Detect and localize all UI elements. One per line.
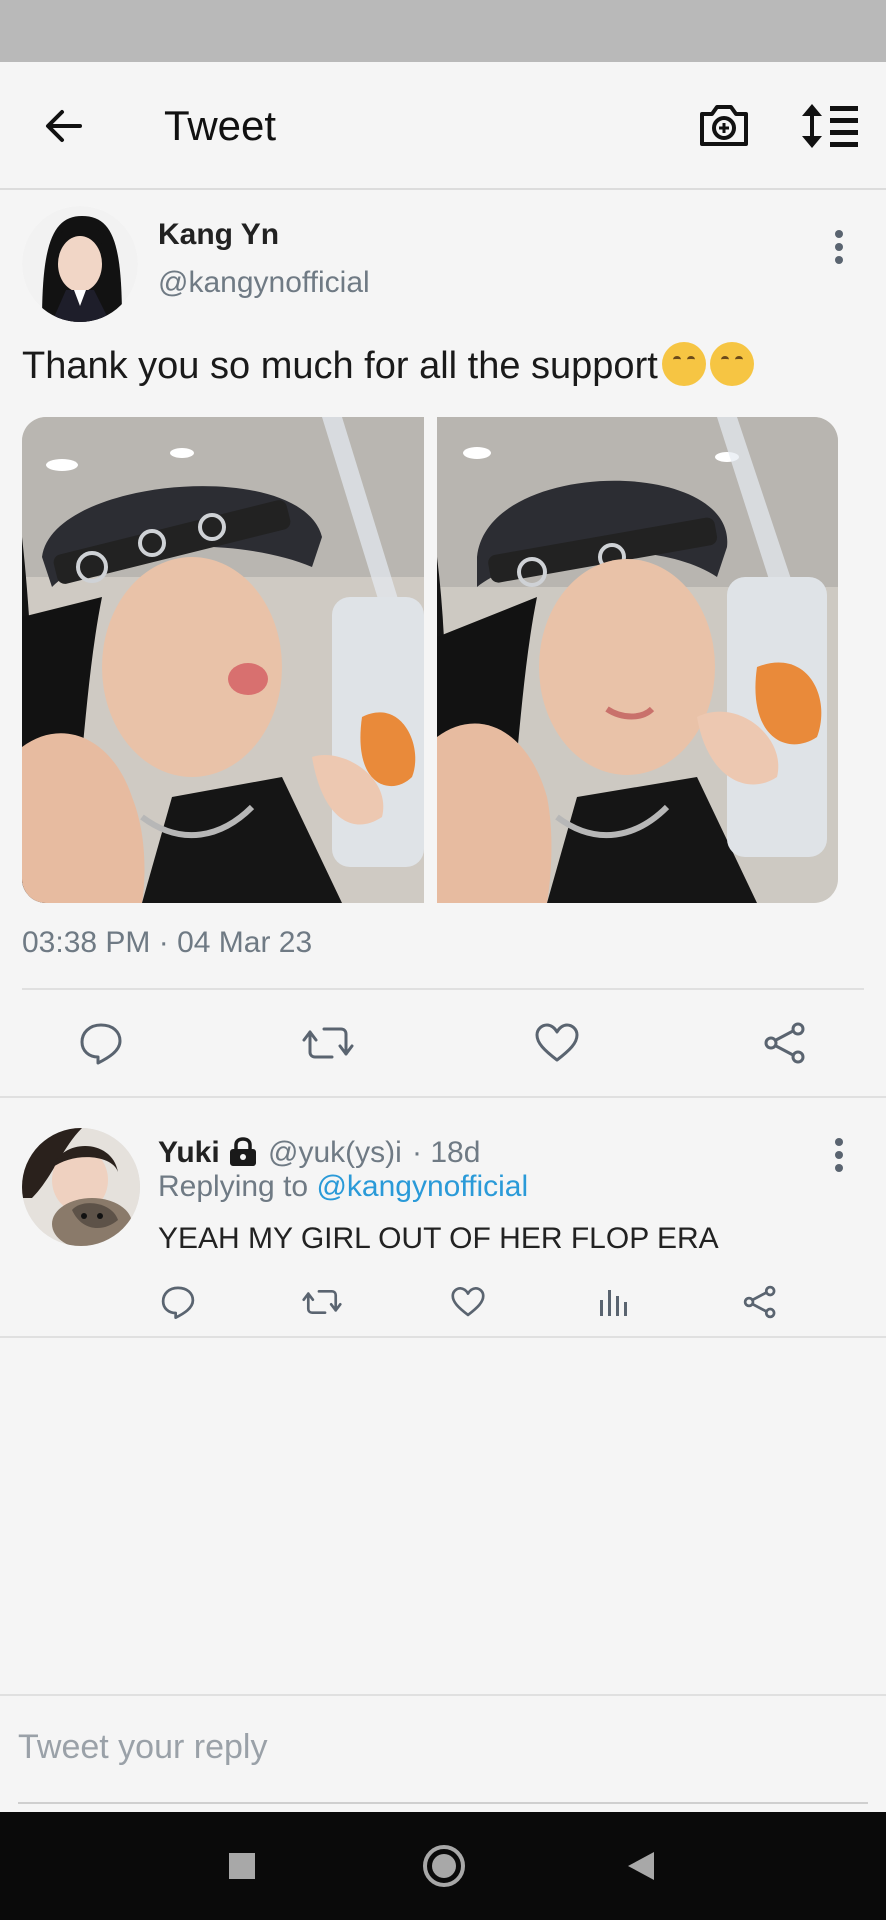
replying-to: Replying to @kangynofficial (158, 1170, 528, 1204)
reply-author-name[interactable]: Yuki (158, 1136, 220, 1170)
like-heart-icon[interactable] (534, 1022, 580, 1064)
replying-to-label: Replying to (158, 1170, 309, 1203)
reply-text: YEAH MY GIRL OUT OF HER FLOP ERA (158, 1222, 719, 1255)
retweet-icon[interactable] (302, 1022, 354, 1064)
system-navigation-bar (0, 1812, 886, 1920)
divider (22, 988, 864, 990)
section-divider (0, 1096, 886, 1098)
reply-more-options-icon[interactable] (829, 1138, 849, 1178)
reply-input[interactable]: Tweet your reply (18, 1728, 267, 1767)
status-bar (0, 0, 886, 62)
tweet-photo-1[interactable] (22, 417, 424, 903)
camera-icon[interactable] (696, 98, 752, 154)
author-handle[interactable]: @kangynofficial (158, 266, 370, 300)
tweet-photo-2[interactable] (437, 417, 838, 903)
reply-share-icon[interactable] (742, 1284, 778, 1320)
reply-retweet-icon[interactable] (302, 1286, 342, 1318)
composer-underline (18, 1802, 868, 1804)
back-arrow-icon[interactable] (40, 102, 88, 150)
tweet-text: Thank you so much for all the support (22, 342, 754, 388)
tweet-timestamp: 03:38 PM · 04 Mar 23 (22, 926, 313, 959)
tweet-text-content: Thank you so much for all the support (22, 345, 658, 387)
back-nav-icon[interactable] (626, 1850, 656, 1882)
tweet-more-options-icon[interactable] (829, 230, 849, 270)
author-avatar[interactable] (22, 206, 138, 322)
reply-comment-icon[interactable] (160, 1284, 196, 1320)
page-title: Tweet (164, 102, 277, 149)
smiling-face-emoji (709, 342, 754, 386)
share-icon[interactable] (762, 1020, 808, 1066)
reply-icon[interactable] (78, 1020, 124, 1066)
section-divider (0, 1336, 886, 1338)
recent-apps-icon[interactable] (228, 1852, 256, 1880)
home-icon[interactable] (422, 1844, 466, 1888)
analytics-icon[interactable] (598, 1286, 630, 1318)
reply-age: · 18d (412, 1136, 481, 1169)
app-header: Tweet (0, 62, 886, 190)
author-name[interactable]: Kang Yn (158, 218, 279, 252)
reply-author-handle[interactable]: @yuk(ys)i (268, 1136, 402, 1170)
sort-replies-icon[interactable] (800, 98, 862, 154)
composer-top-divider (0, 1694, 886, 1696)
reply-like-heart-icon[interactable] (450, 1286, 486, 1318)
lock-icon (230, 1137, 256, 1166)
reply-author-avatar[interactable] (22, 1128, 140, 1246)
smiling-face-emoji (661, 342, 706, 386)
replying-to-mention[interactable]: @kangynofficial (316, 1170, 528, 1203)
